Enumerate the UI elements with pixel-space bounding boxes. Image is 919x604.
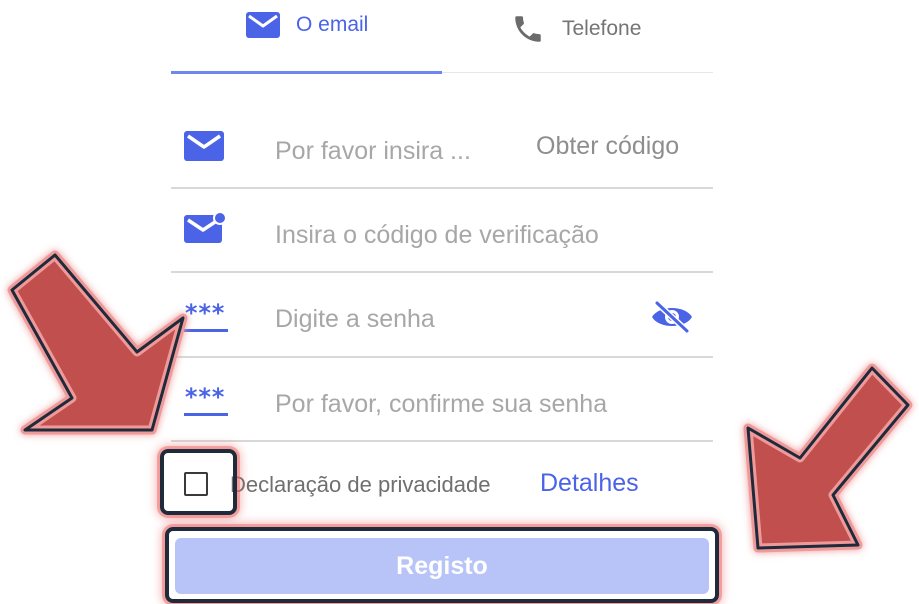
- right-arrow: [743, 363, 913, 553]
- left-arrow: [7, 250, 188, 435]
- annotation-arrows: [7, 250, 913, 553]
